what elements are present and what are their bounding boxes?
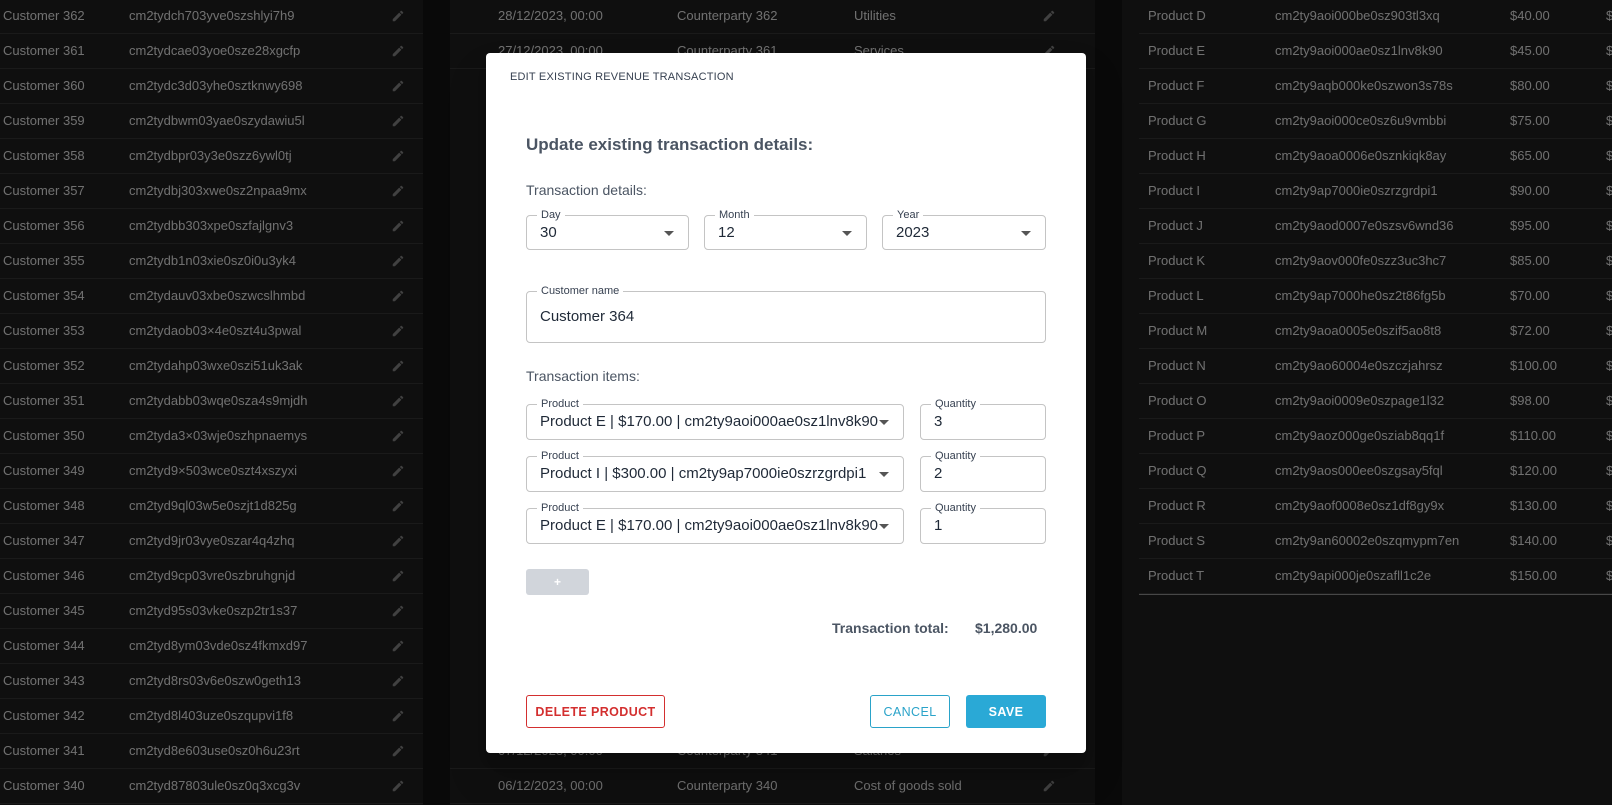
transaction-details-label: Transaction details: [526,182,647,198]
year-select-value: 2023 [896,224,930,241]
month-select[interactable]: Month 12 [704,208,867,250]
transaction-items-label: Transaction items: [526,368,640,384]
month-dropdown-caret-icon[interactable] [842,231,852,236]
product-select-value: Product E | $170.00 | cm2ty9aoi000ae0sz1… [540,413,879,430]
day-dropdown-caret-icon[interactable] [664,231,674,236]
quantity-value: 1 [934,517,943,534]
edit-transaction-dialog: EDIT EXISTING REVENUE TRANSACTION Update… [486,53,1086,753]
transaction-total-label: Transaction total: [832,620,949,636]
quantity-field[interactable]: Quantity 3 [920,397,1046,440]
delete-product-button[interactable]: DELETE PRODUCT [526,695,665,728]
customer-name-value: Customer 364 [540,308,635,325]
product-dropdown-caret-icon[interactable] [879,472,889,477]
product-select-value: Product E | $170.00 | cm2ty9aoi000ae0sz1… [540,517,879,534]
year-dropdown-caret-icon[interactable] [1021,231,1031,236]
customer-name-field[interactable]: Customer name Customer 364 [526,284,1046,343]
quantity-field[interactable]: Quantity 2 [920,449,1046,492]
product-dropdown-caret-icon[interactable] [879,524,889,529]
product-select[interactable]: Product Product I | $300.00 | cm2ty9ap700… [526,449,904,492]
day-select[interactable]: Day 30 [526,208,689,250]
product-select-value: Product I | $300.00 | cm2ty9ap7000ie0szr… [540,465,867,482]
quantity-field[interactable]: Quantity 1 [920,501,1046,544]
day-select-value: 30 [540,224,557,241]
product-select[interactable]: Product Product E | $170.00 | cm2ty9aoi00… [526,501,904,544]
add-item-button[interactable]: + [526,569,589,595]
year-select[interactable]: Year 2023 [882,208,1046,250]
product-dropdown-caret-icon[interactable] [879,420,889,425]
quantity-value: 3 [934,413,943,430]
save-button[interactable]: SAVE [966,695,1046,728]
cancel-button[interactable]: CANCEL [870,695,950,728]
transaction-total-value: $1,280.00 [975,620,1038,636]
product-select[interactable]: Product Product E | $170.00 | cm2ty9aoi00… [526,397,904,440]
dialog-title: EDIT EXISTING REVENUE TRANSACTION [510,71,734,83]
month-select-value: 12 [718,224,735,241]
quantity-value: 2 [934,465,943,482]
dialog-heading: Update existing transaction details: [526,135,814,154]
